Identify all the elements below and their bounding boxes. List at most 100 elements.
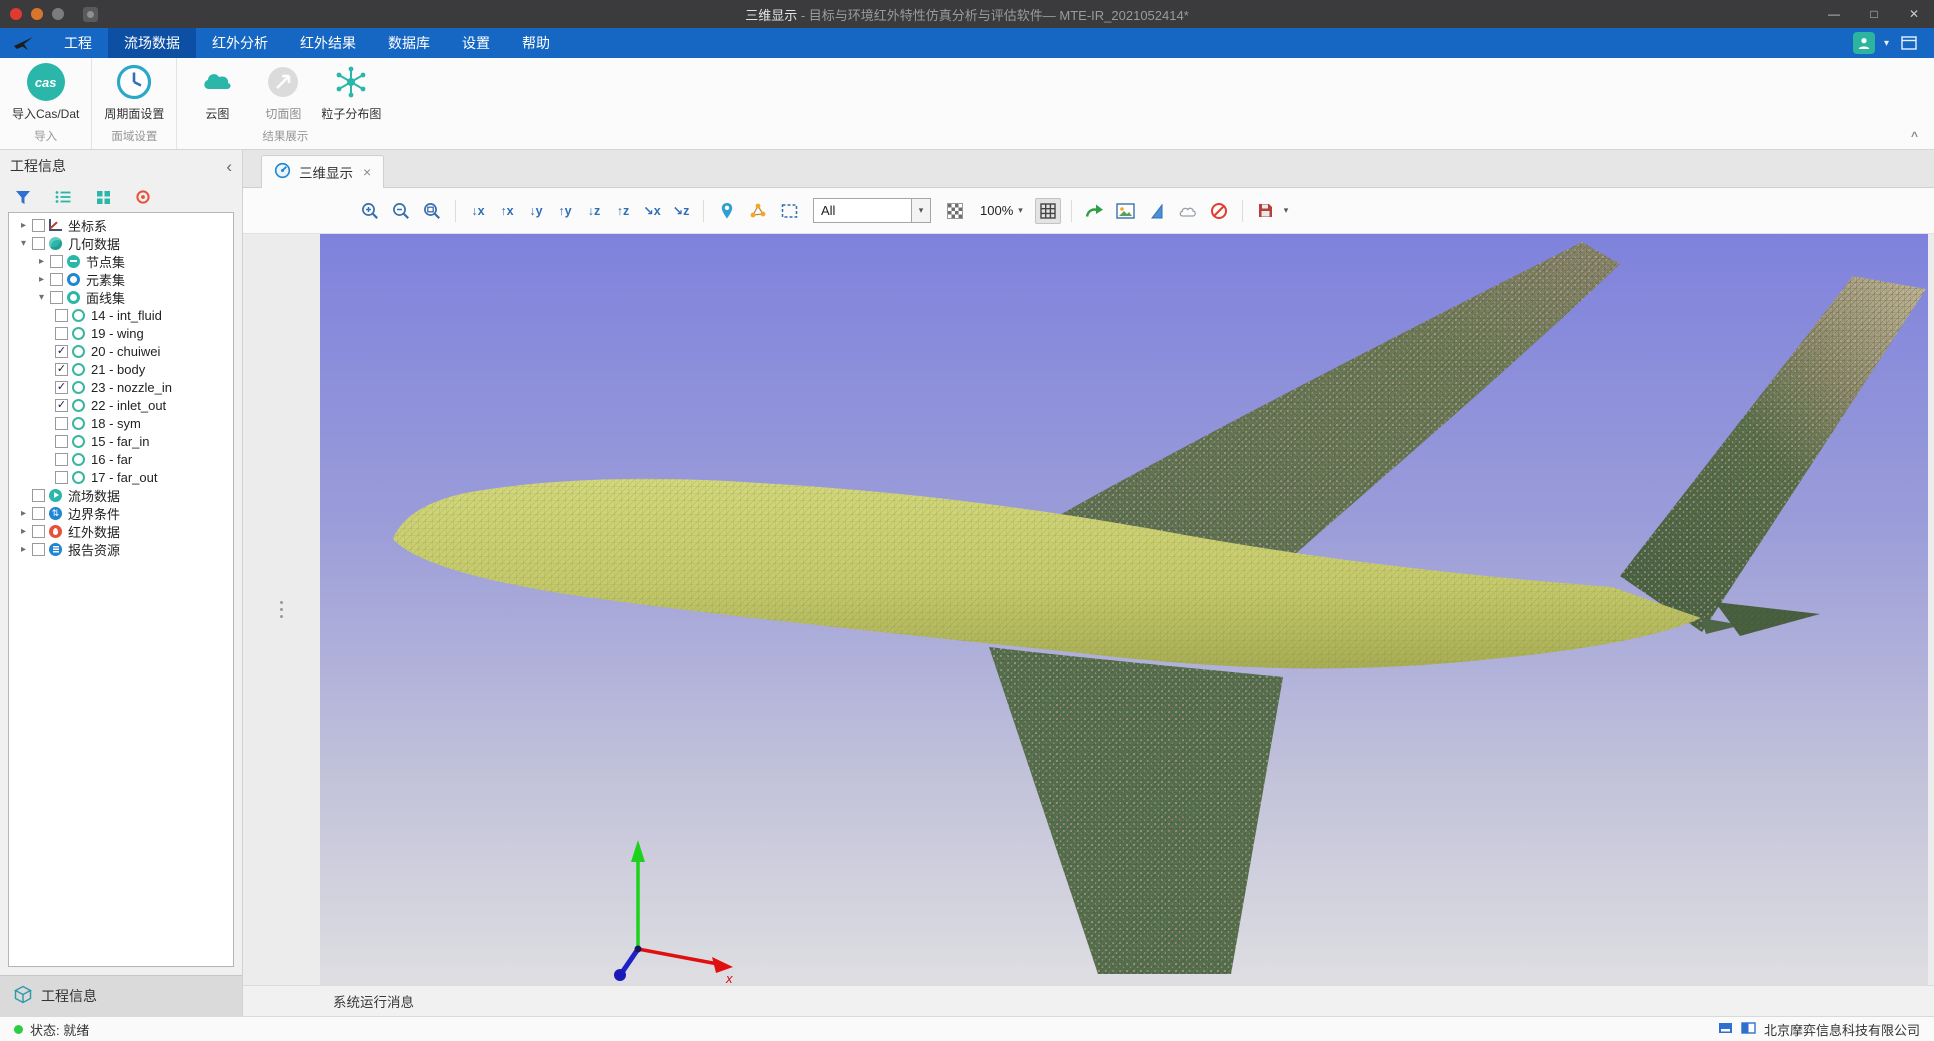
minimize-button[interactable]: — <box>1814 0 1854 28</box>
tree-item-coordinate-system[interactable]: ▸坐标系 <box>9 216 233 234</box>
expand-arrow-icon[interactable]: ▸ <box>35 274 48 285</box>
tree-item-boundary-conditions[interactable]: ▸边界条件 <box>9 504 233 522</box>
menu-item-project[interactable]: 工程 <box>48 28 108 58</box>
texture-icon[interactable] <box>942 198 968 224</box>
view-iso-x-button[interactable]: ↘x <box>640 198 664 224</box>
checkbox[interactable] <box>50 273 63 286</box>
checkbox[interactable] <box>55 309 68 322</box>
view-z-neg-button[interactable]: ↓z <box>582 198 606 224</box>
checkbox[interactable] <box>32 507 45 520</box>
checkbox[interactable] <box>32 219 45 232</box>
tree-item-node-set[interactable]: ▸节点集 <box>9 252 233 270</box>
maximize-button[interactable]: □ <box>1854 0 1894 28</box>
view-x-pos-button[interactable]: ↑x <box>495 198 519 224</box>
checkbox[interactable] <box>55 435 68 448</box>
pause-dot-icon[interactable] <box>31 8 43 20</box>
checkbox[interactable]: ✓ <box>55 345 68 358</box>
tree-item-flow-data[interactable]: 流场数据 <box>9 486 233 504</box>
viewport-3d[interactable]: x <box>320 234 1928 985</box>
tree-item-surface[interactable]: ✓20 - chuiwei <box>9 342 233 360</box>
run-arrow-icon[interactable] <box>1082 198 1108 224</box>
clear-icon[interactable] <box>1206 198 1232 224</box>
tree-item-face-set[interactable]: ▾面线集 <box>9 288 233 306</box>
checkbox[interactable] <box>50 291 63 304</box>
statusbar-panel-icon[interactable] <box>1718 1021 1733 1038</box>
expand-arrow-icon[interactable]: ▸ <box>17 220 30 231</box>
zoom-fit-icon[interactable] <box>419 198 445 224</box>
tree-item-report-resources[interactable]: ▸报告资源 <box>9 540 233 558</box>
expand-arrow-icon[interactable]: ▸ <box>17 526 30 537</box>
view-y-pos-button[interactable]: ↑y <box>553 198 577 224</box>
box-select-icon[interactable] <box>776 198 802 224</box>
checkbox[interactable] <box>55 327 68 340</box>
checkbox[interactable] <box>55 471 68 484</box>
tree-item-surface[interactable]: ✓22 - inlet_out <box>9 396 233 414</box>
slice-plot-button[interactable]: 切面图 <box>255 63 311 122</box>
panel-splitter[interactable] <box>243 234 320 985</box>
menu-item-settings[interactable]: 设置 <box>446 28 506 58</box>
menu-item-help[interactable]: 帮助 <box>506 28 566 58</box>
tree-item-surface[interactable]: 19 - wing <box>9 324 233 342</box>
view-iso-z-button[interactable]: ↘z <box>669 198 693 224</box>
record-dot-icon[interactable] <box>10 8 22 20</box>
chevron-down-icon[interactable]: ▾ <box>911 199 930 222</box>
periodic-face-settings-button[interactable]: 周期面设置 <box>104 63 164 122</box>
mirror-icon[interactable] <box>1144 198 1170 224</box>
window-layout-icon[interactable] <box>1898 32 1920 54</box>
expand-arrow-icon[interactable]: ▾ <box>17 238 30 249</box>
checkbox[interactable] <box>55 453 68 466</box>
tree-item-surface[interactable]: 18 - sym <box>9 414 233 432</box>
checkbox[interactable]: ✓ <box>55 399 68 412</box>
save-icon[interactable] <box>1253 198 1279 224</box>
snapshot-icon[interactable] <box>1113 198 1139 224</box>
chevron-down-icon[interactable]: ▾ <box>1884 38 1889 49</box>
zoom-in-icon[interactable] <box>357 198 383 224</box>
grid-view-icon[interactable] <box>92 186 114 208</box>
tree-item-infrared-data[interactable]: ▸红外数据 <box>9 522 233 540</box>
system-message-bar[interactable]: 系统运行消息 <box>243 985 1934 1016</box>
particle-distribution-button[interactable]: 粒子分布图 <box>321 63 381 122</box>
statusbar-split-icon[interactable] <box>1741 1021 1756 1038</box>
menu-item-flow-data[interactable]: 流场数据 <box>108 28 196 58</box>
expand-arrow-icon[interactable]: ▸ <box>17 508 30 519</box>
tree-item-surface[interactable]: 15 - far_in <box>9 432 233 450</box>
checkbox[interactable] <box>32 489 45 502</box>
list-view-icon[interactable] <box>52 186 74 208</box>
opacity-percent-dropdown[interactable]: 100% ▾ <box>973 198 1030 224</box>
expand-arrow-icon[interactable]: ▸ <box>35 256 48 267</box>
checkbox[interactable]: ✓ <box>55 381 68 394</box>
locate-pin-icon[interactable] <box>714 198 740 224</box>
expand-arrow-icon[interactable]: ▸ <box>17 544 30 555</box>
close-button[interactable]: ✕ <box>1894 0 1934 28</box>
ribbon-collapse-icon[interactable]: ^ <box>1911 129 1918 143</box>
menu-item-database[interactable]: 数据库 <box>372 28 446 58</box>
view-y-neg-button[interactable]: ↓y <box>524 198 548 224</box>
display-filter-select[interactable]: All ▾ <box>813 198 931 223</box>
checkbox[interactable] <box>50 255 63 268</box>
stop-dot-icon[interactable] <box>52 8 64 20</box>
menu-item-infrared-results[interactable]: 红外结果 <box>284 28 372 58</box>
target-icon[interactable] <box>132 186 154 208</box>
filter-icon[interactable] <box>12 186 34 208</box>
tree-item-geometry-data[interactable]: ▾几何数据 <box>9 234 233 252</box>
expand-arrow-icon[interactable]: ▾ <box>35 292 48 303</box>
import-cas-dat-button[interactable]: cas 导入Cas/Dat <box>12 63 79 122</box>
project-info-bottom-tab[interactable]: 工程信息 <box>0 975 242 1016</box>
checkbox[interactable] <box>55 417 68 430</box>
cloud-icon[interactable] <box>1175 198 1201 224</box>
tree-item-surface[interactable]: 16 - far <box>9 450 233 468</box>
view-x-neg-button[interactable]: ↓x <box>466 198 490 224</box>
checkbox[interactable]: ✓ <box>55 363 68 376</box>
user-icon[interactable] <box>1853 32 1875 54</box>
checkbox[interactable] <box>32 543 45 556</box>
tab-3d-display[interactable]: 三维显示 × <box>261 155 384 188</box>
tree-item-surface[interactable]: 17 - far_out <box>9 468 233 486</box>
checkbox[interactable] <box>32 525 45 538</box>
view-z-pos-button[interactable]: ↑z <box>611 198 635 224</box>
tab-close-icon[interactable]: × <box>363 164 371 180</box>
particles-icon[interactable] <box>745 198 771 224</box>
grid-toggle-icon[interactable] <box>1035 198 1061 224</box>
tree-item-element-set[interactable]: ▸元素集 <box>9 270 233 288</box>
chevron-down-icon[interactable]: ▾ <box>1284 205 1289 216</box>
menu-item-infrared-analysis[interactable]: 红外分析 <box>196 28 284 58</box>
